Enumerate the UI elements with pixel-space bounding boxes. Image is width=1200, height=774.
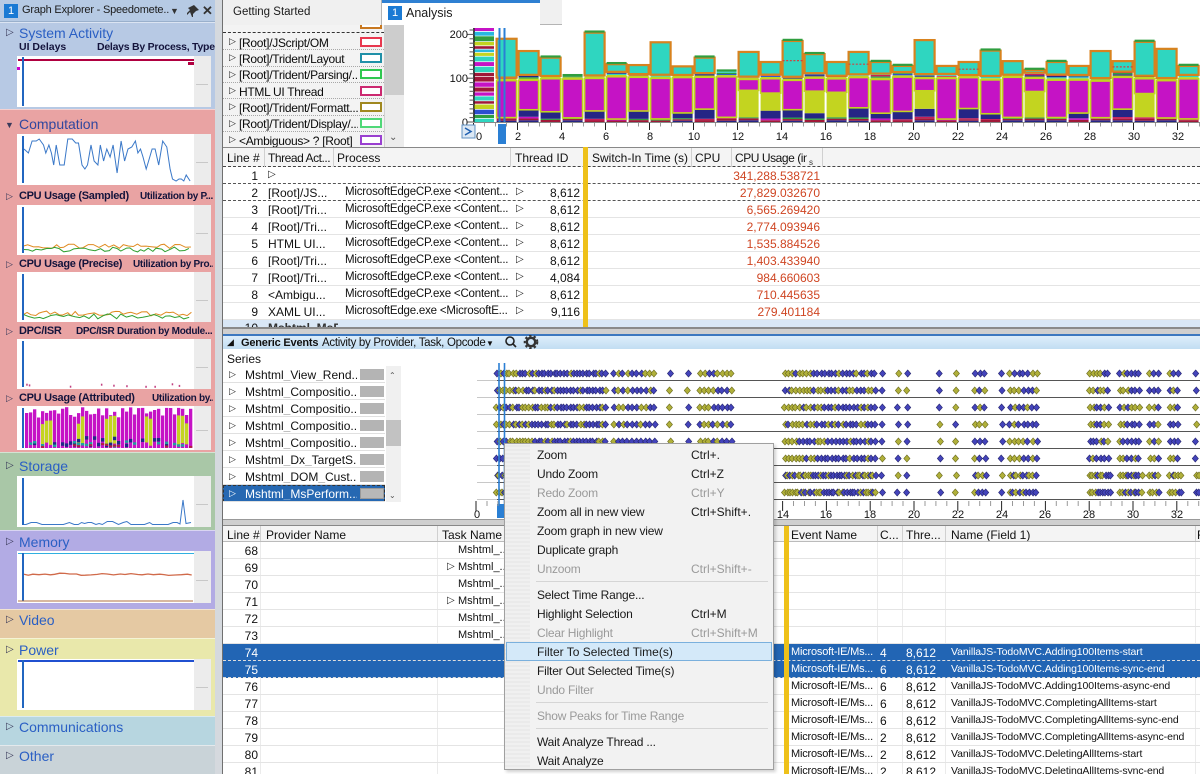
svg-text:100: 100 [450, 73, 468, 85]
svg-text:8: 8 [647, 131, 653, 143]
svg-text:14: 14 [776, 131, 788, 143]
svg-text:16: 16 [820, 131, 832, 143]
svg-text:22: 22 [952, 131, 964, 143]
svg-text:12: 12 [732, 131, 744, 143]
svg-text:0: 0 [476, 131, 482, 143]
svg-text:32: 32 [1172, 131, 1184, 143]
svg-text:20: 20 [908, 131, 920, 143]
svg-text:2: 2 [515, 131, 521, 143]
svg-text:10: 10 [688, 131, 700, 143]
svg-text:26: 26 [1040, 131, 1052, 143]
svg-text:4: 4 [559, 131, 565, 143]
svg-text:18: 18 [864, 131, 876, 143]
svg-text:30: 30 [1128, 131, 1140, 143]
svg-text:24: 24 [996, 131, 1008, 143]
svg-text:28: 28 [1084, 131, 1096, 143]
svg-text:200: 200 [450, 29, 468, 41]
svg-text:6: 6 [603, 131, 609, 143]
